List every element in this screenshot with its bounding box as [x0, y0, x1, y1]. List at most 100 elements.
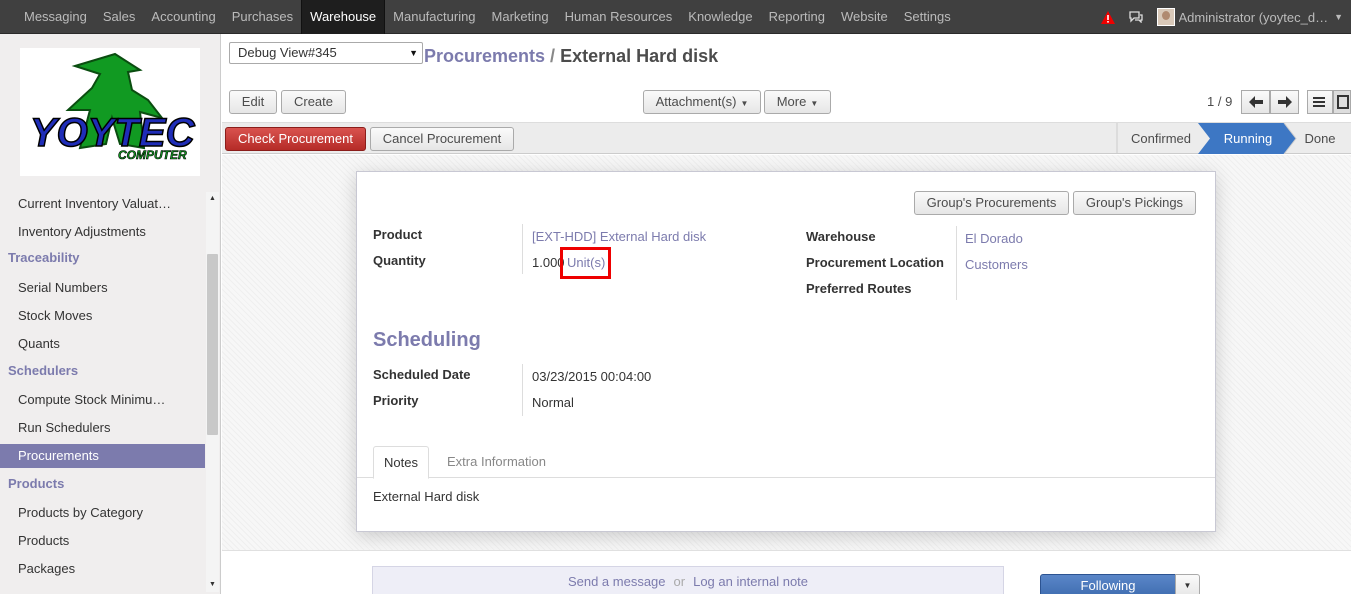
sidebar-section-products: Products	[8, 476, 65, 491]
field-divider	[956, 226, 957, 300]
sidebar-item-inventory-adjustments[interactable]: Inventory Adjustments	[0, 220, 205, 244]
following-button[interactable]: Following	[1040, 574, 1176, 594]
menu-item-knowledge[interactable]: Knowledge	[680, 0, 760, 34]
sidebar-section-schedulers: Schedulers	[8, 363, 79, 378]
sidebar-item-products-by-category[interactable]: Products by Category	[0, 501, 205, 525]
warehouse-value[interactable]: El Dorado	[965, 231, 1023, 246]
edit-button[interactable]: Edit	[229, 90, 277, 114]
chat-icon[interactable]	[1128, 11, 1143, 23]
top-menu-bar: Messaging Sales Accounting Purchases Warehou…	[0, 0, 1351, 34]
sidebar-section-traceability: Traceability	[8, 250, 80, 265]
menu-item-accounting[interactable]: Accounting	[143, 0, 223, 34]
page-title: External Hard disk	[560, 46, 719, 66]
tab-notes[interactable]: Notes	[373, 446, 429, 479]
procurement-location-value[interactable]: Customers	[965, 257, 1028, 272]
attachments-label: Attachment(s)	[655, 94, 737, 109]
sidebar: YOYTEC COMPUTER Current Inventory Valuat…	[0, 34, 221, 594]
warehouse-label: Warehouse	[806, 229, 876, 244]
or-text: or	[673, 574, 686, 589]
groups-procurements-button[interactable]: Group's Procurements	[914, 191, 1069, 215]
menu-item-reporting[interactable]: Reporting	[761, 0, 833, 34]
breadcrumb-procurements[interactable]: Procurements	[424, 46, 545, 66]
topbar-right: Administrator (yoytec_d… ▼	[1100, 0, 1343, 34]
preferred-routes-label: Preferred Routes	[806, 281, 912, 296]
scheduling-heading: Scheduling	[373, 329, 481, 351]
form-tabs: Notes Extra Information	[357, 446, 1215, 479]
sidebar-item-stock-moves[interactable]: Stock Moves	[0, 304, 205, 328]
menu-item-settings[interactable]: Settings	[896, 0, 959, 34]
form-view-button[interactable]	[1333, 90, 1351, 114]
form-sheet: Group's Procurements Group's Pickings Pr…	[356, 171, 1216, 532]
message-composer: Send a message or Log an internal note	[372, 566, 1004, 594]
scroll-up-icon[interactable]: ▲	[207, 194, 218, 204]
attachments-button[interactable]: Attachment(s) ▼	[643, 90, 761, 114]
status-step-done[interactable]: Done	[1298, 123, 1342, 154]
breadcrumb-separator: /	[550, 46, 556, 66]
list-icon	[1313, 97, 1325, 107]
sidebar-item-quants[interactable]: Quants	[0, 332, 205, 356]
following-dropdown[interactable]: ▼	[1175, 574, 1200, 594]
sidebar-item-packages[interactable]: Packages	[0, 557, 205, 581]
notes-text: External Hard disk	[373, 489, 480, 504]
menu-item-marketing[interactable]: Marketing	[484, 0, 557, 34]
menu-item-sales[interactable]: Sales	[95, 0, 144, 34]
procurement-location-label: Procurement Location	[806, 255, 944, 270]
status-step-running[interactable]: Running	[1208, 123, 1288, 154]
groups-pickings-button[interactable]: Group's Pickings	[1073, 191, 1196, 215]
caret-down-icon: ▼	[1183, 581, 1192, 590]
status-step-confirmed[interactable]: Confirmed	[1126, 123, 1196, 154]
send-message-link[interactable]: Send a message	[568, 574, 666, 589]
sidebar-item-current-inventory-valuat[interactable]: Current Inventory Valuat…	[0, 192, 205, 216]
sidebar-item-compute-stock-minimu[interactable]: Compute Stock Minimu…	[0, 388, 205, 412]
check-procurement-button[interactable]: Check Procurement	[225, 127, 366, 151]
sidebar-item-procurements[interactable]: Procurements	[0, 444, 205, 468]
pager-value: 1 / 9	[1207, 94, 1233, 109]
next-record-button[interactable]	[1270, 90, 1299, 114]
sidebar-item-run-schedulers[interactable]: Run Schedulers	[0, 416, 205, 440]
warning-icon[interactable]	[1100, 10, 1115, 24]
cancel-procurement-button[interactable]: Cancel Procurement	[370, 127, 514, 151]
priority-label: Priority	[373, 393, 419, 408]
menu-item-messaging[interactable]: Messaging	[16, 0, 95, 34]
scheduled-date-label: Scheduled Date	[373, 367, 471, 382]
main-menu: Messaging Sales Accounting Purchases Warehou…	[16, 0, 959, 34]
status-bar: Check Procurement Cancel Procurement Con…	[222, 123, 1351, 154]
menu-item-warehouse[interactable]: Warehouse	[301, 0, 386, 34]
debug-view-select[interactable]: Debug View#345 ▼	[229, 42, 423, 64]
quantity-label: Quantity	[373, 253, 426, 268]
create-button[interactable]: Create	[281, 90, 346, 114]
sidebar-item-products[interactable]: Products	[0, 529, 205, 553]
caret-down-icon: ▼	[740, 99, 749, 108]
logo-subtext: COMPUTER	[118, 148, 187, 162]
breadcrumb: Procurements / External Hard disk	[424, 46, 718, 67]
debug-view-value: Debug View#345	[238, 45, 337, 60]
tab-extra-information[interactable]: Extra Information	[437, 446, 556, 479]
chevron-down-icon: ▼	[409, 48, 418, 58]
menu-item-purchases[interactable]: Purchases	[224, 0, 301, 34]
priority-value: Normal	[532, 395, 574, 410]
company-logo[interactable]: YOYTEC COMPUTER	[20, 48, 200, 176]
product-value[interactable]: [EXT-HDD] External Hard disk	[532, 229, 706, 244]
control-panel: Debug View#345 ▼ Procurements / External H…	[222, 34, 1351, 123]
sidebar-item-serial-numbers[interactable]: Serial Numbers	[0, 276, 205, 300]
log-note-link[interactable]: Log an internal note	[693, 574, 808, 589]
arrow-left-icon	[1248, 96, 1263, 108]
uom-highlight-box	[560, 247, 611, 279]
avatar[interactable]	[1156, 8, 1175, 26]
menu-item-manufacturing[interactable]: Manufacturing	[385, 0, 483, 34]
scrollbar-thumb[interactable]	[207, 254, 218, 435]
form-icon	[1337, 95, 1349, 109]
more-label: More	[776, 94, 807, 109]
scheduled-date-value: 03/23/2015 00:04:00	[532, 369, 652, 384]
previous-record-button[interactable]	[1241, 90, 1270, 114]
field-divider	[522, 364, 523, 416]
main-content: Debug View#345 ▼ Procurements / External H…	[222, 34, 1351, 594]
user-menu[interactable]: Administrator (yoytec_d…	[1179, 10, 1329, 25]
menu-item-human-resources[interactable]: Human Resources	[557, 0, 681, 34]
chevron-down-icon[interactable]: ▼	[1334, 12, 1343, 22]
product-label: Product	[373, 227, 423, 242]
list-view-button[interactable]	[1307, 90, 1333, 114]
scroll-down-icon[interactable]: ▼	[207, 580, 218, 590]
more-button[interactable]: More ▼	[764, 90, 831, 114]
menu-item-website[interactable]: Website	[833, 0, 896, 34]
